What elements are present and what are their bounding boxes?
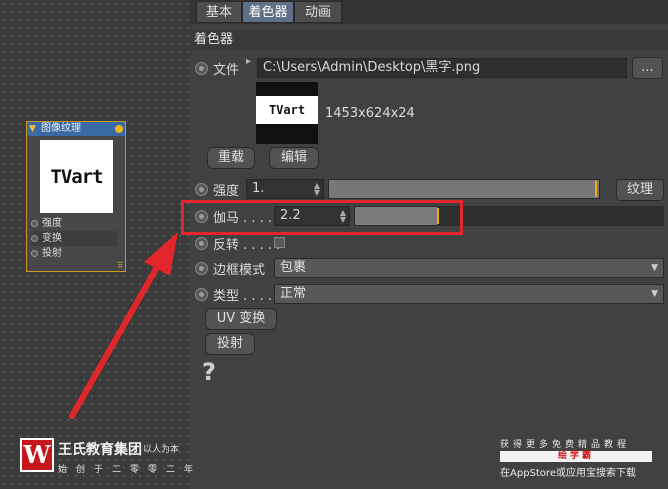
thumbnail-image: TVart: [256, 96, 318, 124]
promo-line: 获得更多免费精品教程: [500, 440, 631, 450]
strength-value: 1.: [252, 181, 265, 196]
chevron-down-icon: ▼: [651, 263, 658, 273]
node-port-label: 变换: [42, 233, 62, 244]
strength-label: 强度: [213, 184, 240, 199]
output-port-icon[interactable]: [115, 125, 123, 133]
brand-logo-icon: W: [20, 438, 54, 472]
strength-input[interactable]: 1. ▲ ▼: [246, 179, 324, 199]
chevron-down-icon: ▼: [651, 289, 658, 299]
node-title: 图像纹理: [41, 123, 81, 134]
uv-transform-button[interactable]: UV 变换: [205, 308, 277, 330]
border-mode-value: 包裹: [280, 260, 307, 275]
promo-watermark: 获得更多免费精品教程 绘学霸 在AppStore或应用宝搜索下载: [498, 437, 666, 481]
node-title-bar[interactable]: ▼ 图像纹理: [27, 122, 125, 136]
tab-shader[interactable]: 着色器: [242, 1, 294, 23]
strength-animate-radio-icon[interactable]: [195, 183, 208, 196]
highlight-box: [181, 200, 463, 235]
file-path-field[interactable]: C:\Users\Admin\Desktop\黑字.png: [257, 58, 627, 78]
border-mode-dropdown[interactable]: 包裹 ▼: [274, 258, 664, 278]
collapse-triangle-icon[interactable]: ▼: [29, 122, 36, 136]
border-mode-animate-radio-icon[interactable]: [195, 262, 208, 275]
projection-button[interactable]: 投射: [205, 333, 255, 355]
edit-button[interactable]: 编辑: [269, 147, 319, 169]
strength-slider[interactable]: [328, 179, 600, 199]
node-port-label: 投射: [42, 248, 62, 259]
node-port-strength[interactable]: 强度: [31, 216, 117, 231]
border-mode-label: 边框模式: [213, 263, 266, 278]
input-port-icon[interactable]: [31, 250, 38, 257]
type-dropdown[interactable]: 正常 ▼: [274, 284, 664, 304]
image-texture-node[interactable]: ▼ 图像纹理 TVart 强度 变换 投射 ⠿: [26, 121, 126, 272]
invert-label: 反转 . . . . .: [213, 238, 281, 253]
node-editor-canvas[interactable]: ▼ 图像纹理 TVart 强度 变换 投射 ⠿: [0, 0, 190, 489]
expand-arrow-icon[interactable]: ▸: [246, 56, 251, 67]
file-label: 文件: [213, 63, 240, 78]
brand-subtitle: 始创于二零零二年: [58, 465, 203, 475]
node-preview-image: TVart: [40, 140, 113, 213]
promo-app-name: 绘学霸: [500, 451, 652, 462]
brand-watermark: W 王氏教育集团 以人为本 始创于二零零二年: [20, 437, 220, 479]
node-port-transform[interactable]: 变换: [31, 231, 117, 246]
help-icon[interactable]: ?: [202, 358, 216, 386]
resize-grip-icon[interactable]: ⠿: [117, 261, 123, 270]
node-port-label: 强度: [42, 218, 62, 229]
input-port-icon[interactable]: [31, 220, 38, 227]
promo-download-text: 在AppStore或应用宝搜索下载: [500, 468, 636, 479]
section-header: 着色器: [190, 30, 668, 50]
tab-bar: 基本 着色器 动画: [190, 0, 668, 24]
brand-motto: 以人为本: [143, 445, 180, 455]
invert-animate-radio-icon[interactable]: [195, 237, 208, 250]
type-label: 类型 . . . .: [213, 289, 273, 304]
browse-button[interactable]: ...: [632, 57, 663, 79]
tab-basic[interactable]: 基本: [196, 1, 242, 23]
spinner-icon[interactable]: ▲ ▼: [314, 182, 320, 197]
reload-button[interactable]: 重载: [207, 147, 255, 169]
node-preview-text: TVart: [50, 165, 103, 188]
slider-handle[interactable]: [595, 181, 597, 197]
brand-title: 王氏教育集团: [58, 442, 142, 458]
type-value: 正常: [280, 286, 307, 301]
thumbnail-text: TVart: [268, 103, 306, 117]
input-port-icon[interactable]: [31, 235, 38, 242]
file-animate-radio-icon[interactable]: [195, 62, 208, 75]
image-thumbnail: TVart: [256, 82, 318, 144]
node-port-projection[interactable]: 投射: [31, 246, 117, 261]
tab-animation[interactable]: 动画: [294, 1, 342, 23]
type-animate-radio-icon[interactable]: [195, 288, 208, 301]
texture-button[interactable]: 纹理: [616, 179, 664, 201]
invert-checkbox[interactable]: [274, 237, 285, 248]
image-info: 1453x624x24: [325, 106, 415, 121]
attributes-panel: 基本 着色器 动画 着色器 文件 ▸ C:\Users\Admin\Deskto…: [190, 0, 668, 489]
